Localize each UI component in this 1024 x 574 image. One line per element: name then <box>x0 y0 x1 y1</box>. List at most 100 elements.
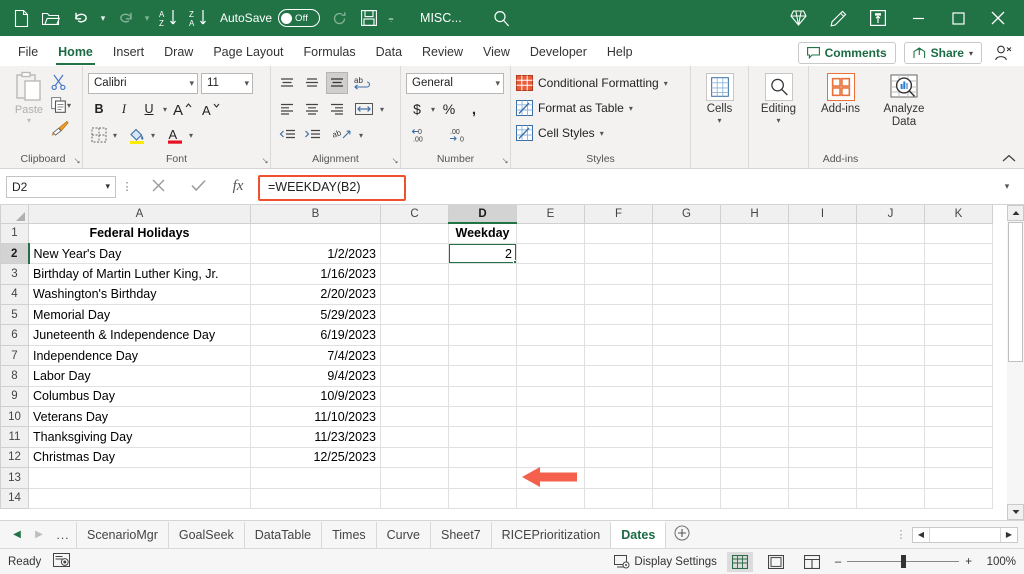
cell-h2[interactable] <box>721 243 789 263</box>
vertical-scrollbar[interactable] <box>1007 205 1024 520</box>
borders-button[interactable] <box>88 124 110 146</box>
cell-k13[interactable] <box>925 468 993 488</box>
cut-button[interactable] <box>49 71 73 93</box>
cell-j12[interactable] <box>857 447 925 467</box>
pen-icon[interactable] <box>818 2 858 34</box>
conditional-formatting-caret-icon[interactable]: ▾ <box>664 79 668 88</box>
cancel-x-icon[interactable] <box>138 179 178 195</box>
cell-e3[interactable] <box>517 264 585 284</box>
cell-c10[interactable] <box>381 407 449 427</box>
cell-d4[interactable] <box>449 284 517 304</box>
diamond-icon[interactable] <box>778 2 818 34</box>
zoom-slider[interactable]: – + <box>835 556 972 568</box>
align-top-button[interactable] <box>276 72 298 94</box>
cell-b2[interactable]: 1/2/2023 <box>251 243 381 263</box>
merge-center-button[interactable] <box>351 98 377 120</box>
cell-c4[interactable] <box>381 284 449 304</box>
spreadsheet-grid[interactable]: A B C D E F G H I J K 1 Federal Holidays… <box>0 205 1024 520</box>
cell-d11[interactable] <box>449 427 517 447</box>
share-person-icon[interactable] <box>990 42 1016 64</box>
cell-g9[interactable] <box>653 386 721 406</box>
cell-b3[interactable]: 1/16/2023 <box>251 264 381 284</box>
expand-formula-bar-caret-icon[interactable]: ▾ <box>996 181 1018 192</box>
comma-style-button[interactable]: , <box>463 98 485 120</box>
cell-e12[interactable] <box>517 447 585 467</box>
ribbon-tab-developer[interactable]: Developer <box>520 38 597 66</box>
font-dialog-launcher[interactable]: ⭨ <box>262 156 268 167</box>
cell-d1[interactable]: Weekday <box>449 223 517 243</box>
borders-caret-icon[interactable]: ▾ <box>113 131 117 140</box>
column-header-i[interactable]: I <box>789 205 857 223</box>
cell-d3[interactable] <box>449 264 517 284</box>
cell-f14[interactable] <box>585 488 653 508</box>
cell-g13[interactable] <box>653 468 721 488</box>
cell-h8[interactable] <box>721 366 789 386</box>
search-icon[interactable] <box>488 4 516 32</box>
cell-k9[interactable] <box>925 386 993 406</box>
cell-e2[interactable] <box>517 243 585 263</box>
cell-f7[interactable] <box>585 345 653 365</box>
cell-i9[interactable] <box>789 386 857 406</box>
cell-e14[interactable] <box>517 488 585 508</box>
align-bottom-button[interactable] <box>326 72 348 94</box>
cell-g5[interactable] <box>653 305 721 325</box>
ribbon-tab-draw[interactable]: Draw <box>154 38 203 66</box>
cell-g12[interactable] <box>653 447 721 467</box>
cell-f5[interactable] <box>585 305 653 325</box>
cell-g1[interactable] <box>653 223 721 243</box>
merge-caret-icon[interactable]: ▾ <box>380 105 384 114</box>
cell-styles-button[interactable]: Cell Styles ▾ <box>516 122 604 144</box>
page-break-view-button[interactable] <box>799 552 825 572</box>
italic-button[interactable]: I <box>113 98 135 120</box>
cell-j14[interactable] <box>857 488 925 508</box>
cell-c9[interactable] <box>381 386 449 406</box>
horizontal-scrollbar[interactable]: ◀ ▶ <box>912 527 1018 543</box>
cell-g2[interactable] <box>653 243 721 263</box>
decrease-indent-button[interactable] <box>276 124 298 146</box>
page-layout-view-button[interactable] <box>763 552 789 572</box>
row-header-2[interactable]: 2 <box>1 243 29 263</box>
row-header-9[interactable]: 9 <box>1 386 29 406</box>
cell-f12[interactable] <box>585 447 653 467</box>
cell-c12[interactable] <box>381 447 449 467</box>
nav-next-sheet-icon[interactable]: ▶ <box>28 529 50 540</box>
scroll-down-button[interactable] <box>1007 504 1024 520</box>
cell-f2[interactable] <box>585 243 653 263</box>
font-name-caret-icon[interactable]: ▾ <box>189 78 194 89</box>
hscroll-track[interactable] <box>929 528 1001 542</box>
cell-a7[interactable]: Independence Day <box>29 345 251 365</box>
cell-k12[interactable] <box>925 447 993 467</box>
undo-dropdown-caret-icon[interactable]: ▾ <box>96 4 110 32</box>
cell-e7[interactable] <box>517 345 585 365</box>
fill-color-caret-icon[interactable]: ▾ <box>151 131 155 140</box>
fx-icon[interactable]: fx <box>218 178 258 195</box>
cell-k10[interactable] <box>925 407 993 427</box>
cell-c13[interactable] <box>381 468 449 488</box>
cell-f3[interactable] <box>585 264 653 284</box>
sheet-tab-riceprioritization[interactable]: RICEPrioritization <box>491 522 611 548</box>
orientation-button[interactable]: ab <box>330 124 356 146</box>
cell-c8[interactable] <box>381 366 449 386</box>
cell-g4[interactable] <box>653 284 721 304</box>
cell-f13[interactable] <box>585 468 653 488</box>
share-button[interactable]: Share ▾ <box>904 42 982 64</box>
select-all-corner[interactable] <box>1 205 29 223</box>
cell-f11[interactable] <box>585 427 653 447</box>
cell-b1[interactable] <box>251 223 381 243</box>
sheet-tab-curve[interactable]: Curve <box>376 522 430 548</box>
add-sheet-button[interactable] <box>666 525 698 544</box>
cell-g3[interactable] <box>653 264 721 284</box>
cell-c5[interactable] <box>381 305 449 325</box>
cell-e9[interactable] <box>517 386 585 406</box>
ribbon-tab-insert[interactable]: Insert <box>103 38 154 66</box>
cell-d12[interactable] <box>449 447 517 467</box>
cell-i5[interactable] <box>789 305 857 325</box>
sort-az-icon[interactable]: AZ <box>154 4 184 32</box>
cell-d8[interactable] <box>449 366 517 386</box>
sheet-overflow-icon[interactable]: ... <box>50 528 76 542</box>
cell-i6[interactable] <box>789 325 857 345</box>
column-header-d[interactable]: D <box>449 205 517 223</box>
open-folder-icon[interactable] <box>36 4 66 32</box>
cell-d5[interactable] <box>449 305 517 325</box>
maximize-button[interactable] <box>938 2 978 34</box>
